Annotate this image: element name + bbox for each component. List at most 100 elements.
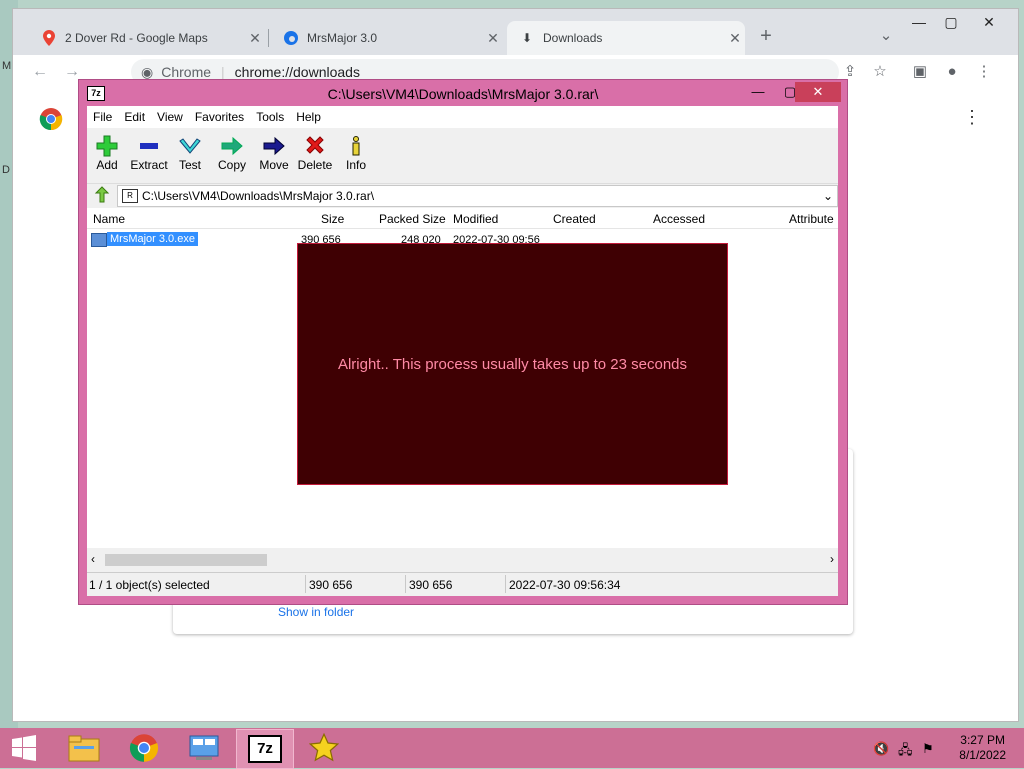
status-bar: 1 / 1 object(s) selected 390 656 390 656… [87, 572, 838, 595]
delete-x-icon [297, 134, 333, 158]
move-button[interactable]: Move [257, 134, 291, 172]
minus-icon [129, 134, 169, 158]
close-icon[interactable]: ✕ [483, 30, 503, 47]
system-clock[interactable]: 3:27 PM 8/1/2022 [959, 733, 1006, 763]
clock-time: 3:27 PM [960, 733, 1005, 747]
file-name: MrsMajor 3.0.exe [107, 232, 198, 246]
menu-help[interactable]: Help [290, 110, 327, 124]
clock-date: 8/1/2022 [959, 748, 1006, 762]
scroll-thumb[interactable] [105, 554, 267, 566]
control-panel-icon[interactable] [176, 729, 232, 767]
col-attribute[interactable]: Attribute [789, 212, 834, 226]
path-combobox[interactable]: R C:\Users\VM4\Downloads\MrsMajor 3.0.ra… [117, 185, 838, 207]
delete-button[interactable]: Delete [297, 134, 333, 172]
info-icon [343, 134, 369, 158]
toolbar: Add Extract Test Copy Move Delete Info [87, 130, 838, 182]
show-in-folder-link[interactable]: Show in folder [278, 605, 354, 619]
popup-overlay: Alright.. This process usually takes up … [297, 243, 728, 485]
add-button[interactable]: Add [93, 134, 121, 172]
close-icon[interactable]: ✕ [245, 30, 265, 47]
start-icon[interactable] [0, 729, 48, 767]
info-label: Info [345, 158, 366, 172]
close-icon[interactable]: ✕ [725, 30, 745, 47]
copy-label: Copy [217, 158, 246, 172]
overlay-message: Alright.. This process usually takes up … [337, 355, 688, 373]
extract-button[interactable]: Extract [129, 134, 169, 172]
tab-title: Downloads [543, 31, 603, 45]
chrome-logo-icon [39, 107, 63, 134]
move-label: Move [259, 158, 289, 172]
scroll-right-icon[interactable]: › [830, 552, 834, 566]
action-center-icon[interactable]: ⚑ [922, 741, 934, 757]
side-panel-icon[interactable]: ▣ [909, 61, 931, 83]
col-size[interactable]: Size [321, 212, 344, 226]
tab-google-maps[interactable]: 2 Dover Rd - Google Maps ✕ [29, 21, 265, 55]
horizontal-scrollbar[interactable]: ‹ › [87, 552, 838, 568]
bookmark-star-icon[interactable]: ☆ [869, 61, 891, 83]
page-menu-icon[interactable]: ⋮ [963, 107, 981, 128]
move-arrow-icon [257, 134, 291, 158]
menu-favorites[interactable]: Favorites [189, 110, 250, 124]
google-maps-icon [41, 30, 57, 46]
site-label: Chrome [161, 64, 212, 80]
url-text: chrome://downloads [234, 64, 360, 80]
minimize-icon[interactable]: — [743, 82, 773, 102]
col-packed-size[interactable]: Packed Size [379, 212, 446, 226]
status-packed: 390 656 [409, 578, 453, 592]
menu-file[interactable]: File [87, 110, 118, 124]
menu-view[interactable]: View [151, 110, 189, 124]
chrome-site-icon: ◉ [141, 63, 154, 80]
up-folder-icon[interactable] [92, 186, 110, 207]
copy-button[interactable]: Copy [215, 134, 249, 172]
window-title: C:\Users\VM4\Downloads\MrsMajor 3.0.rar\ [327, 86, 599, 102]
info-button[interactable]: Info [343, 134, 369, 172]
maximize-icon[interactable]: ▢ [935, 9, 967, 35]
status-size: 390 656 [309, 578, 353, 592]
delete-label: Delete [297, 158, 333, 172]
download-icon: ⬇ [521, 31, 533, 45]
minimize-icon[interactable]: — [903, 9, 935, 35]
file-explorer-icon[interactable] [56, 729, 112, 767]
menu-tools[interactable]: Tools [250, 110, 290, 124]
tab-mrsmajor[interactable]: MrsMajor 3.0 ✕ [271, 21, 503, 55]
window-close-icon[interactable]: ✕ [973, 9, 1005, 35]
taskbar: 7z 🔇 🖧 ⚑ 3:27 PM 8/1/2022 [0, 728, 1024, 769]
network-icon[interactable]: 🖧 [898, 741, 913, 763]
new-tab-icon[interactable]: + [755, 25, 777, 47]
tab-title: 2 Dover Rd - Google Maps [65, 31, 208, 45]
menu-bar: File Edit View Favorites Tools Help [87, 106, 838, 128]
scroll-left-icon[interactable]: ‹ [91, 552, 95, 566]
status-modified: 2022-07-30 09:56:34 [509, 578, 621, 592]
col-modified[interactable]: Modified [453, 212, 498, 226]
plus-icon [93, 134, 121, 158]
back-icon[interactable]: ← [29, 61, 51, 83]
desktop-icon-fragment: M [2, 60, 12, 72]
col-accessed[interactable]: Accessed [653, 212, 705, 226]
tab-title: MrsMajor 3.0 [307, 31, 378, 45]
menu-edit[interactable]: Edit [118, 110, 151, 124]
volume-muted-icon[interactable]: 🔇 [873, 741, 889, 757]
desktop-icon-fragment: D [2, 164, 10, 176]
star-icon[interactable] [296, 729, 352, 767]
test-label: Test [178, 158, 201, 172]
status-selected: 1 / 1 object(s) selected [89, 578, 210, 592]
check-icon [175, 134, 205, 158]
tab-bar: 2 Dover Rd - Google Maps ✕ MrsMajor 3.0 … [13, 9, 1018, 55]
column-header: Name Size Packed Size Modified Created A… [87, 208, 838, 229]
col-name[interactable]: Name [93, 212, 125, 226]
test-button[interactable]: Test [175, 134, 205, 172]
close-icon[interactable]: ✕ [795, 82, 841, 102]
exe-file-icon [91, 233, 107, 247]
menu-kebab-icon[interactable]: ⋮ [973, 61, 995, 83]
7zip-icon[interactable]: 7z [236, 729, 294, 769]
profile-avatar-icon[interactable]: ● [941, 61, 963, 83]
tab-search-icon[interactable]: ⌄ [875, 25, 897, 47]
col-created[interactable]: Created [553, 212, 596, 226]
edge-icon [283, 30, 299, 46]
add-label: Add [96, 158, 118, 172]
tab-downloads[interactable]: ⬇ Downloads ✕ [507, 21, 745, 55]
copy-arrow-icon [215, 134, 249, 158]
chrome-icon[interactable] [116, 729, 172, 767]
address-row: R C:\Users\VM4\Downloads\MrsMajor 3.0.ra… [87, 183, 838, 208]
chevron-down-icon[interactable]: ⌄ [823, 186, 833, 206]
